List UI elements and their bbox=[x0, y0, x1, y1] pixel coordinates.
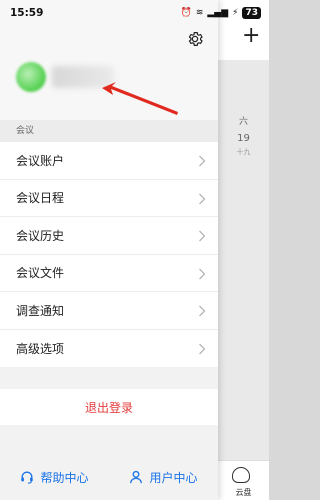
status-icons: ⏰ ≋ ▂▄▆ ⚡ 73 bbox=[181, 7, 261, 19]
cloud-disk-label: 云盘 bbox=[235, 488, 252, 497]
calendar-date: 19 bbox=[237, 133, 250, 144]
battery-level: 73 bbox=[242, 7, 261, 19]
cloud-disk-tab[interactable]: 云盘 bbox=[218, 460, 269, 500]
annotation-arrow-icon bbox=[102, 82, 178, 115]
meeting-menu: 会议账户 会议日程 会议历史 会议文件 调查通知 高级选项 bbox=[0, 142, 218, 367]
menu-spacer bbox=[0, 367, 218, 389]
menu-item-meeting-files[interactable]: 会议文件 bbox=[0, 255, 218, 292]
chevron-right-icon bbox=[199, 193, 206, 204]
add-icon[interactable]: + bbox=[242, 25, 260, 47]
wifi-icon: ≋ bbox=[195, 8, 204, 18]
side-drawer: 会议 会议账户 会议日程 会议历史 会议文件 调查通知 高级选项 退出登录 帮助… bbox=[0, 0, 218, 500]
status-bar: 15:59 ⏰ ≋ ▂▄▆ ⚡ 73 bbox=[0, 0, 269, 26]
charging-icon: ⚡ bbox=[232, 8, 239, 18]
menu-item-label: 会议账户 bbox=[16, 153, 65, 168]
menu-item-meeting-account[interactable]: 会议账户 bbox=[0, 142, 218, 180]
chevron-right-icon bbox=[199, 268, 206, 279]
logout-button[interactable]: 退出登录 bbox=[0, 389, 218, 425]
menu-item-label: 调查通知 bbox=[16, 303, 65, 318]
signal-icon: ▂▄▆ bbox=[207, 8, 229, 18]
chevron-right-icon bbox=[199, 343, 206, 354]
calendar-lunar-date: 十九 bbox=[236, 148, 251, 156]
chevron-right-icon bbox=[199, 230, 206, 242]
section-header-meetings: 会议 bbox=[0, 120, 218, 142]
help-center-label: 帮助中心 bbox=[40, 470, 89, 485]
menu-item-label: 会议日程 bbox=[16, 191, 65, 206]
menu-item-survey-notice[interactable]: 调查通知 bbox=[0, 292, 218, 330]
user-center-label: 用户中心 bbox=[149, 470, 198, 485]
avatar[interactable] bbox=[16, 62, 46, 92]
background-app: + 六 19 十九 云盘 bbox=[218, 0, 269, 500]
logout-label: 退出登录 bbox=[84, 400, 133, 415]
chevron-right-icon bbox=[199, 155, 206, 167]
help-center-button[interactable]: 帮助中心 bbox=[0, 469, 109, 486]
status-time: 15:59 bbox=[10, 7, 44, 19]
headset-icon bbox=[21, 471, 34, 484]
user-center-button[interactable]: 用户中心 bbox=[109, 469, 218, 486]
menu-item-advanced-options[interactable]: 高级选项 bbox=[0, 330, 218, 368]
calendar-weekday: 六 bbox=[238, 117, 248, 127]
person-icon bbox=[130, 470, 143, 484]
menu-item-label: 高级选项 bbox=[16, 341, 65, 356]
drawer-bottom-bar: 帮助中心 用户中心 bbox=[0, 454, 218, 500]
gear-icon[interactable] bbox=[186, 30, 204, 48]
menu-item-label: 会议历史 bbox=[16, 228, 65, 243]
menu-item-meeting-history[interactable]: 会议历史 bbox=[0, 217, 218, 255]
alarm-icon: ⏰ bbox=[180, 8, 192, 18]
menu-item-meeting-schedule[interactable]: 会议日程 bbox=[0, 180, 218, 217]
cloud-disk-icon bbox=[232, 467, 250, 483]
menu-item-label: 会议文件 bbox=[16, 266, 65, 281]
chevron-right-icon bbox=[199, 305, 206, 317]
